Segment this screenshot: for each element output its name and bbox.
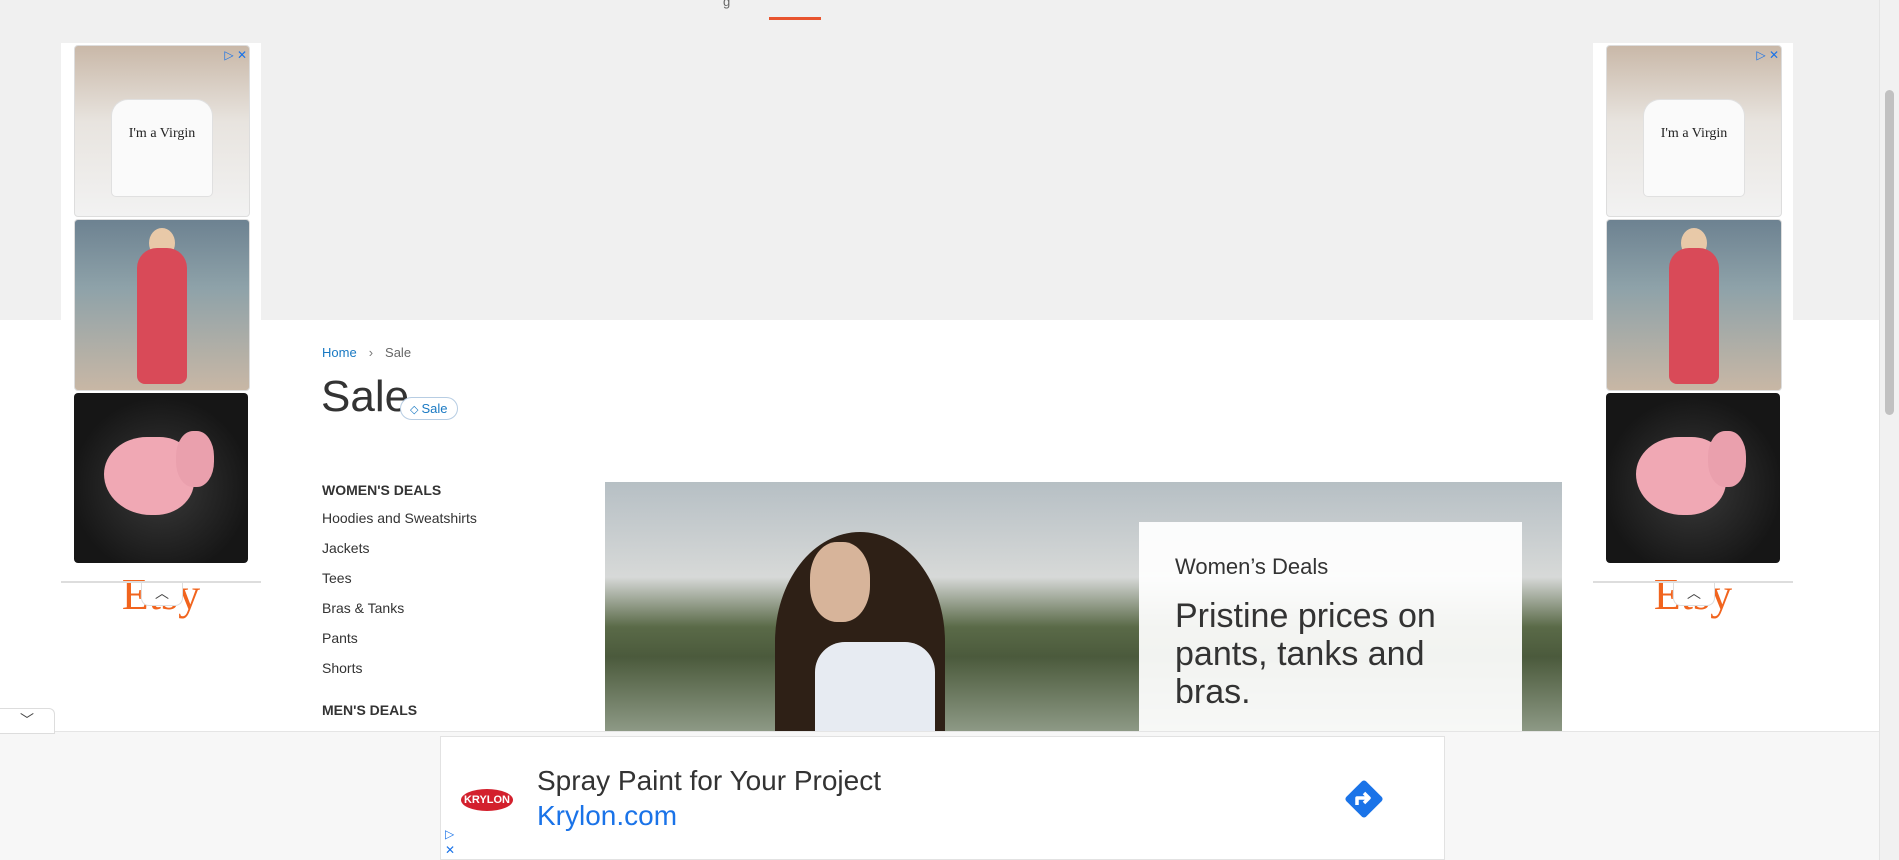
tshirt-text: I'm a Virgin [1660,126,1728,141]
sale-badge[interactable]: ◇ Sale [400,397,458,420]
bottom-divider [0,731,1880,732]
womens-deals-heading[interactable]: WOMEN'S DEALS [322,482,477,498]
ad-tile-tshirt[interactable]: I'm a Virgin ▷ ✕ [74,45,250,217]
krylon-banner-ad[interactable]: KRYLON Spray Paint for Your Project Kryl… [440,736,1445,860]
category-link[interactable]: Tees [322,568,477,598]
chevron-down-icon[interactable]: ﹀ [0,708,55,734]
figurine-head [1708,431,1746,487]
adchoices-icon[interactable]: ▷ [445,827,454,841]
tshirt-image: I'm a Virgin [1644,100,1744,196]
dress-figure [137,248,187,384]
category-link[interactable]: Pants [322,628,477,658]
tshirt-text: I'm a Virgin [128,126,196,141]
vertical-scrollbar[interactable] [1879,0,1899,860]
dress-figure [1669,248,1719,384]
figurine-head [176,431,214,487]
right-side-ad[interactable]: I'm a Virgin ▷ ✕ Etsy [1593,43,1793,626]
directions-arrow-icon[interactable] [1340,775,1388,823]
hero-text-card: Women’s Deals Pristine prices on pants, … [1139,522,1522,732]
breadcrumb: Home › Sale [322,345,411,360]
ad-tile-dress[interactable] [74,219,250,391]
adchoices-icon[interactable]: ▷ ✕ [1756,48,1779,62]
ad-headline[interactable]: Spray Paint for Your Project [537,765,881,797]
category-link[interactable]: Bras & Tanks [322,598,477,628]
category-sidebar: WOMEN'S DEALS Hoodies and Sweatshirts Ja… [322,482,477,718]
ad-domain-link[interactable]: Krylon.com [537,800,677,832]
ad-tile-figurine[interactable] [1606,393,1780,563]
adchoices-icon[interactable]: ▷ ✕ [224,48,247,62]
scrollbar-thumb[interactable] [1885,90,1894,415]
krylon-logo: KRYLON [461,789,513,811]
breadcrumb-separator-icon: › [368,345,374,360]
breadcrumb-home-link[interactable]: Home [322,345,357,360]
close-icon[interactable]: ✕ [445,843,455,857]
chevron-up-icon[interactable]: ︿ [141,583,183,606]
chevron-up-icon[interactable]: ︿ [1673,583,1715,606]
page-title: Sale [321,372,410,421]
category-link[interactable]: Hoodies and Sweatshirts [322,508,477,538]
tag-icon: ◇ [410,404,419,416]
tshirt-image: I'm a Virgin [112,100,212,196]
sale-badge-label: Sale [421,401,448,416]
category-link[interactable]: Jackets [322,538,477,568]
left-side-ad[interactable]: I'm a Virgin ▷ ✕ Etsy [61,43,261,626]
ad-tile-figurine[interactable] [74,393,248,563]
hero-eyebrow: Women’s Deals [1175,554,1329,579]
womens-deals-hero[interactable]: Women’s Deals Pristine prices on pants, … [605,482,1562,732]
runner-top [815,642,935,732]
nav-item-fragment[interactable]: g [723,0,730,9]
ad-tile-dress[interactable] [1606,219,1782,391]
ad-tile-tshirt[interactable]: I'm a Virgin ▷ ✕ [1606,45,1782,217]
mens-deals-heading[interactable]: MEN'S DEALS [322,702,477,718]
runner-face [810,542,870,622]
hero-headline: Pristine prices on pants, tanks and bras… [1175,597,1436,711]
category-link[interactable]: Shorts [322,658,477,688]
nav-active-underline [769,17,821,20]
breadcrumb-current: Sale [385,345,412,360]
